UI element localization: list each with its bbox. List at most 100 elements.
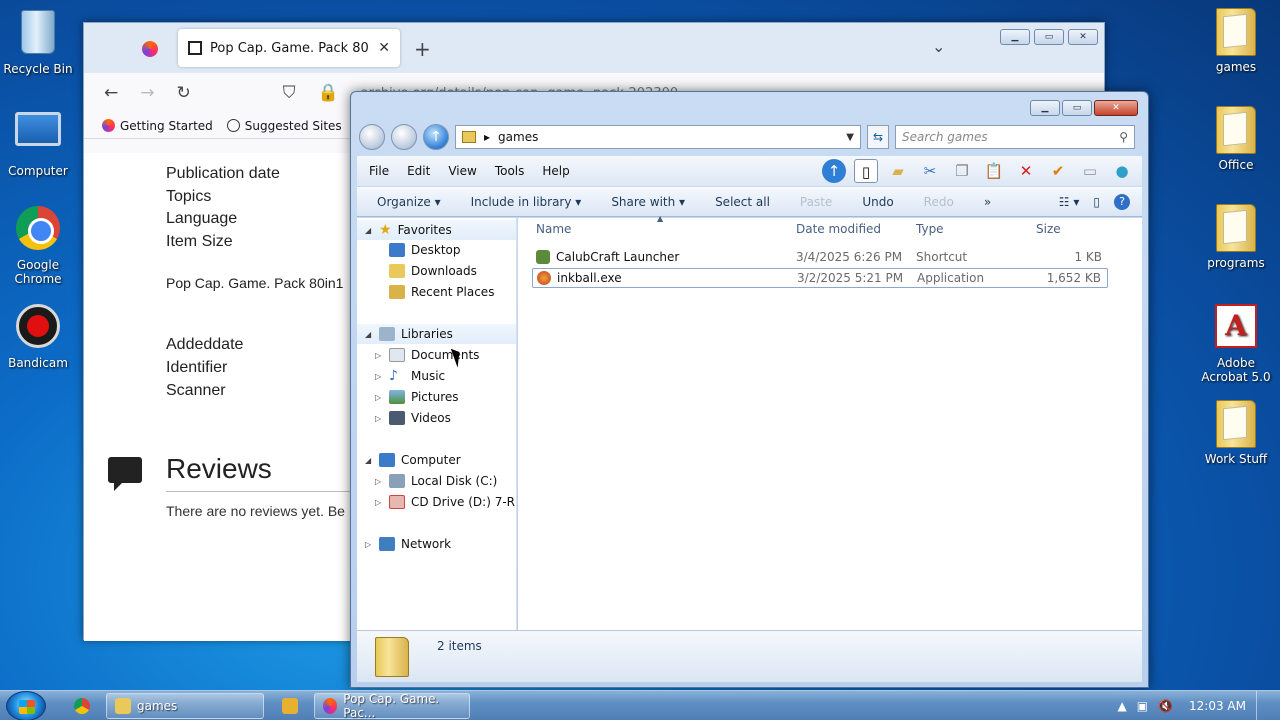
start-button[interactable]: [6, 691, 46, 720]
nav-favorites[interactable]: ◢ ★ Favorites: [357, 220, 516, 240]
expand-icon[interactable]: ▷: [375, 498, 383, 507]
desktop-icon-acrobat[interactable]: A Adobe Acrobat 5.0: [1198, 302, 1274, 384]
preview-pane-icon[interactable]: ▯: [854, 159, 878, 183]
menu-tools[interactable]: Tools: [495, 164, 525, 178]
view-options-icon[interactable]: ☷ ▾: [1059, 195, 1080, 209]
organize-button[interactable]: Organize ▾: [377, 195, 441, 209]
bookmark-getting-started[interactable]: Getting Started: [102, 119, 213, 133]
network-tray-icon[interactable]: ▣: [1137, 699, 1148, 713]
nav-pictures[interactable]: ▷ Pictures: [357, 387, 459, 407]
tab-close-icon[interactable]: ✕: [378, 40, 390, 56]
close-button[interactable]: ✕: [1068, 29, 1098, 45]
desktop-icon-office[interactable]: Office: [1198, 106, 1274, 172]
expand-icon[interactable]: ▷: [375, 414, 383, 423]
menu-edit[interactable]: Edit: [407, 164, 430, 178]
nav-network[interactable]: ▷ Network: [357, 534, 451, 554]
chevron-down-icon[interactable]: ▼: [846, 132, 854, 143]
nav-computer[interactable]: ◢ Computer: [357, 450, 461, 470]
tray-expand-icon[interactable]: ▲: [1118, 699, 1127, 713]
desktop-icon-programs[interactable]: programs: [1198, 204, 1274, 270]
nav-recent-places[interactable]: Recent Places: [357, 282, 494, 302]
search-icon[interactable]: ⚲: [1119, 130, 1128, 144]
shield-icon[interactable]: ⛉: [283, 83, 296, 103]
new-tab-icon[interactable]: +: [414, 37, 431, 61]
cut-icon[interactable]: ✂: [918, 159, 942, 183]
taskbar-media[interactable]: [274, 693, 306, 719]
menu-file[interactable]: File: [369, 164, 389, 178]
paste-button[interactable]: Paste: [800, 195, 832, 209]
include-in-library-button[interactable]: Include in library ▾: [471, 195, 582, 209]
file-row[interactable]: CalubCraft Launcher 3/4/2025 6:26 PM Sho…: [532, 248, 1108, 268]
expand-icon[interactable]: ◢: [365, 456, 373, 465]
taskbar-firefox[interactable]: Pop Cap. Game. Pac...: [314, 692, 470, 720]
column-header-size[interactable]: Size: [1036, 222, 1061, 236]
minimize-button[interactable]: ▁: [1030, 100, 1060, 116]
undo-button[interactable]: Undo: [862, 195, 893, 209]
item-file-name[interactable]: Pop Cap. Game. Pack 80in1: [166, 275, 343, 291]
refresh-button[interactable]: ⇆: [867, 125, 889, 149]
breadcrumb-arrow-icon[interactable]: ▸: [484, 130, 490, 144]
nav-desktop[interactable]: Desktop: [357, 240, 461, 260]
up-icon[interactable]: ↑: [822, 159, 846, 183]
up-arrow-icon[interactable]: ↑: [423, 124, 449, 150]
help-icon[interactable]: ?: [1114, 194, 1130, 210]
select-all-button[interactable]: Select all: [715, 195, 770, 209]
desktop-icon-computer[interactable]: Computer: [0, 106, 76, 178]
nav-videos[interactable]: ▷ Videos: [357, 408, 451, 428]
paste-icon[interactable]: 📋: [982, 159, 1006, 183]
forward-icon[interactable]: →: [140, 83, 154, 103]
desktop-icon-work-stuff[interactable]: Work Stuff: [1198, 400, 1274, 466]
expand-icon[interactable]: ◢: [365, 226, 373, 235]
expand-icon[interactable]: ▷: [375, 477, 383, 486]
column-header-type[interactable]: Type: [916, 222, 944, 236]
menu-help[interactable]: Help: [542, 164, 569, 178]
share-with-button[interactable]: Share with ▾: [611, 195, 685, 209]
maximize-button[interactable]: ▭: [1062, 100, 1092, 116]
desktop-icon-bandicam[interactable]: Bandicam: [0, 302, 76, 370]
reload-icon[interactable]: ↻: [177, 83, 191, 103]
bookmark-suggested-sites[interactable]: Suggested Sites: [226, 119, 342, 133]
expand-icon[interactable]: ◢: [365, 330, 373, 339]
minimize-button[interactable]: ▁: [1000, 29, 1030, 45]
desktop-icon-chrome[interactable]: Google Chrome: [0, 204, 76, 286]
expand-icon[interactable]: ▷: [375, 393, 383, 402]
maximize-button[interactable]: ▭: [1034, 29, 1064, 45]
column-header-date[interactable]: Date modified: [796, 222, 881, 236]
delete-icon[interactable]: ✕: [1014, 159, 1038, 183]
forward-button[interactable]: [391, 124, 417, 150]
taskbar-chrome[interactable]: [66, 693, 98, 719]
redo-button[interactable]: Redo: [924, 195, 954, 209]
globe-icon[interactable]: ●: [1110, 159, 1134, 183]
firefox-view-icon[interactable]: [142, 41, 158, 57]
back-icon[interactable]: ←: [104, 83, 118, 103]
browser-tab-active[interactable]: Pop Cap. Game. Pack 80in1 : nh ✕: [178, 29, 400, 67]
volume-muted-icon[interactable]: 🔇: [1158, 699, 1173, 713]
checkmark-icon[interactable]: ✔: [1046, 159, 1070, 183]
more-commands-button[interactable]: »: [984, 195, 991, 209]
list-tabs-chevron-icon[interactable]: ⌄: [932, 37, 945, 56]
clock[interactable]: 12:03 AM: [1189, 699, 1246, 713]
taskbar-explorer[interactable]: games: [106, 693, 264, 719]
preview-pane-toggle-icon[interactable]: ▯: [1093, 195, 1100, 209]
address-bar[interactable]: ▸ games ▼: [455, 125, 861, 149]
expand-icon[interactable]: ▷: [375, 372, 383, 381]
expand-icon[interactable]: ▷: [365, 540, 373, 549]
expand-icon[interactable]: ▷: [375, 351, 383, 360]
file-row[interactable]: inkball.exe 3/2/2025 5:21 PM Application…: [532, 268, 1108, 288]
close-button[interactable]: ✕: [1094, 100, 1138, 116]
desktop-icon-games[interactable]: games: [1198, 8, 1274, 74]
nav-cd-drive[interactable]: ▷ CD Drive (D:) 7-RED-: [357, 492, 516, 512]
breadcrumb[interactable]: games: [498, 130, 538, 144]
nav-libraries[interactable]: ◢ Libraries: [357, 324, 516, 344]
properties-icon[interactable]: ▭: [1078, 159, 1102, 183]
desktop-icon-recycle-bin[interactable]: Recycle Bin: [0, 8, 76, 76]
nav-music[interactable]: ▷ ♪ Music: [357, 366, 445, 386]
copy-icon[interactable]: ❐: [950, 159, 974, 183]
column-header-name[interactable]: Name: [536, 222, 571, 236]
nav-local-disk[interactable]: ▷ Local Disk (C:): [357, 471, 497, 491]
back-button[interactable]: [359, 124, 385, 150]
folder-options-icon[interactable]: ▰: [886, 159, 910, 183]
menu-view[interactable]: View: [448, 164, 476, 178]
show-desktop-button[interactable]: [1256, 691, 1268, 720]
search-input[interactable]: Search games ⚲: [895, 125, 1135, 149]
